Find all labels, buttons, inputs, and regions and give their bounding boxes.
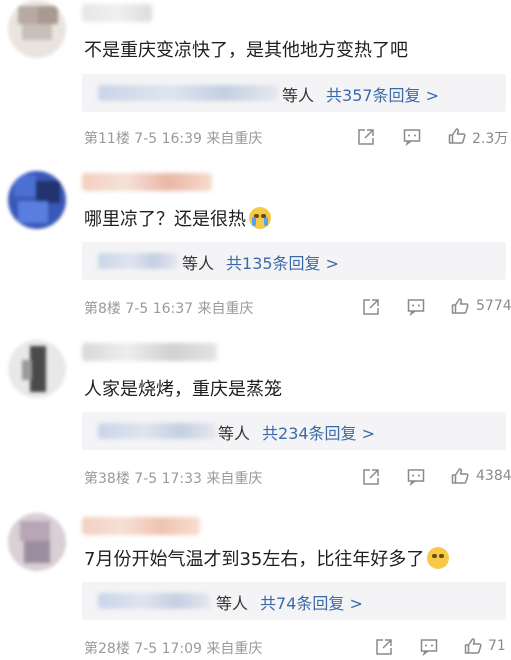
comment-item: 人家是烧烤，重庆是蒸笼 等人 共234条回复 > 第38楼 7-5 17:33 来… xyxy=(0,335,511,505)
avatar[interactable] xyxy=(8,513,66,571)
share-icon[interactable] xyxy=(357,128,375,146)
comment-meta: 第38楼 7-5 17:33 来自重庆 xyxy=(84,468,262,488)
comment-date: 7-5 17:33 xyxy=(134,471,202,487)
comment-source: 来自重庆 xyxy=(197,301,254,317)
comment-text: 人家是烧烤，重庆是蒸笼 xyxy=(84,379,282,400)
avatar[interactable] xyxy=(8,340,66,398)
reply-users xyxy=(98,593,210,609)
avatar[interactable] xyxy=(8,171,66,229)
comment-text-content: 7月份开始气温才到35左右，比往年好多了 xyxy=(84,549,425,570)
comment-item: 7月份开始气温才到35左右，比往年好多了 等人 共74条回复 > 第28楼 7-5… xyxy=(0,505,511,660)
thumbs-up-icon[interactable] xyxy=(448,127,466,145)
thumbs-up-icon[interactable] xyxy=(451,467,469,485)
share-icon[interactable] xyxy=(375,638,393,656)
user-name[interactable] xyxy=(82,343,217,361)
floor-number: 第8楼 xyxy=(84,301,121,317)
floor-number: 第28楼 xyxy=(84,641,130,657)
comment-date: 7-5 17:09 xyxy=(134,641,202,657)
reply-preview[interactable]: 等人 共74条回复 > xyxy=(82,582,506,620)
comment-meta: 第8楼 7-5 16:37 来自重庆 xyxy=(84,298,254,318)
comment-date: 7-5 16:37 xyxy=(125,301,194,317)
reply-preview[interactable]: 等人 共234条回复 > xyxy=(82,412,506,450)
reply-count-link[interactable]: 共74条回复 > xyxy=(260,594,363,613)
comment-icon[interactable] xyxy=(420,638,438,656)
share-icon[interactable] xyxy=(362,468,380,486)
like-count: 2.3万 xyxy=(472,131,509,147)
like-count: 71 xyxy=(488,638,506,654)
reply-suffix: 等人 xyxy=(282,86,315,105)
user-name[interactable] xyxy=(82,173,212,191)
thumbs-up-icon[interactable] xyxy=(451,297,469,315)
comment-text: 哪里凉了？还是很热 xyxy=(84,205,271,231)
share-icon[interactable] xyxy=(362,298,380,316)
reply-count-link[interactable]: 共234条回复 > xyxy=(262,424,375,443)
reply-suffix: 等人 xyxy=(218,424,251,443)
reply-count-link[interactable]: 共135条回复 > xyxy=(226,254,339,273)
comment-source: 来自重庆 xyxy=(206,471,263,487)
comment-date: 7-5 16:39 xyxy=(134,131,202,147)
reply-preview[interactable]: 等人 共357条回复 > xyxy=(82,74,506,112)
comment-icon[interactable] xyxy=(403,128,421,146)
user-name[interactable] xyxy=(82,4,152,22)
reply-count-link[interactable]: 共357条回复 > xyxy=(326,86,439,105)
reply-suffix: 等人 xyxy=(182,254,215,273)
reply-suffix: 等人 xyxy=(216,594,249,613)
reply-users xyxy=(98,85,278,101)
comment-text: 不是重庆变凉快了，是其他地方变热了吧 xyxy=(84,40,408,61)
floor-number: 第11楼 xyxy=(84,131,130,147)
like-count: 4384 xyxy=(476,468,511,484)
reply-users xyxy=(98,253,178,269)
comment-meta: 第11楼 7-5 16:39 来自重庆 xyxy=(84,128,262,148)
comment-icon[interactable] xyxy=(407,298,425,316)
comment-text-content: 哪里凉了？还是很热 xyxy=(84,209,246,230)
fearful-face-icon xyxy=(427,547,450,569)
crying-face-icon xyxy=(249,207,271,229)
reply-users xyxy=(98,423,216,439)
comment-text: 7月份开始气温才到35左右，比往年好多了 xyxy=(84,545,450,571)
comment-source: 来自重庆 xyxy=(206,131,263,147)
comment-item: 哪里凉了？还是很热 等人 共135条回复 > 第8楼 7-5 16:37 来自重庆… xyxy=(0,165,511,335)
thumbs-up-icon[interactable] xyxy=(464,637,482,655)
floor-number: 第38楼 xyxy=(84,471,130,487)
comment-source: 来自重庆 xyxy=(206,641,263,657)
comment-item: 不是重庆变凉快了，是其他地方变热了吧 等人 共357条回复 > 第11楼 7-5 … xyxy=(0,0,511,165)
avatar[interactable] xyxy=(8,0,66,58)
comment-icon[interactable] xyxy=(407,468,425,486)
comment-meta: 第28楼 7-5 17:09 来自重庆 xyxy=(84,638,262,658)
reply-preview[interactable]: 等人 共135条回复 > xyxy=(82,242,506,280)
like-count: 5774 xyxy=(476,298,511,314)
user-name[interactable] xyxy=(82,517,200,535)
